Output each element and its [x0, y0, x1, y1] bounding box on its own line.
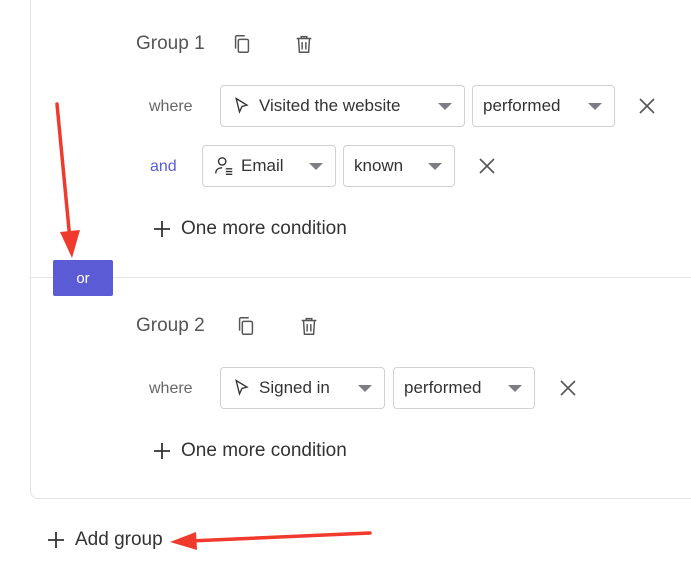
cursor-icon	[231, 95, 253, 117]
event-select-value: Signed in	[259, 378, 330, 397]
condition-connector-where: where	[149, 98, 193, 115]
close-icon	[560, 380, 576, 396]
close-icon	[639, 98, 655, 114]
copy-group-1-button[interactable]	[229, 31, 255, 57]
event-select-value: Visited the website	[259, 96, 401, 115]
remove-condition-button[interactable]	[556, 376, 580, 400]
operator-select[interactable]: known	[343, 145, 455, 187]
caret-down-icon	[428, 162, 442, 170]
operator-select[interactable]: performed	[472, 85, 615, 127]
add-condition-button[interactable]: One more condition	[153, 440, 347, 462]
operator-select-value: performed	[483, 96, 561, 115]
plus-icon	[154, 221, 170, 237]
operator-select[interactable]: performed	[393, 367, 535, 409]
caret-down-icon	[309, 162, 323, 170]
copy-icon	[238, 317, 254, 335]
remove-condition-button[interactable]	[635, 94, 659, 118]
annotation-arrow-add-group	[170, 531, 372, 550]
condition-connector-where: where	[149, 380, 193, 397]
attribute-select[interactable]: Email	[202, 145, 336, 187]
copy-group-2-button[interactable]	[233, 313, 259, 339]
add-condition-label: One more condition	[181, 440, 347, 461]
group-divider	[31, 277, 691, 278]
or-connector-button[interactable]: or	[53, 260, 113, 296]
plus-icon	[48, 532, 64, 548]
event-select[interactable]: Visited the website	[220, 85, 465, 127]
add-group-label: Add group	[75, 529, 163, 550]
trash-icon	[296, 35, 312, 53]
event-select[interactable]: Signed in	[220, 367, 385, 409]
remove-condition-button[interactable]	[475, 154, 499, 178]
cursor-icon	[231, 377, 253, 399]
caret-down-icon	[358, 384, 372, 392]
add-condition-label: One more condition	[181, 218, 347, 239]
plus-icon	[154, 443, 170, 459]
user-attribute-icon	[213, 155, 235, 177]
delete-group-1-button[interactable]	[291, 31, 317, 57]
add-condition-button[interactable]: One more condition	[153, 218, 347, 240]
operator-select-value: performed	[404, 378, 482, 397]
copy-icon	[234, 35, 250, 53]
add-group-button[interactable]: Add group	[47, 529, 163, 551]
group-1-title: Group 1	[136, 33, 205, 54]
close-icon	[479, 158, 495, 174]
segment-conditions-panel	[30, 0, 691, 499]
condition-connector-and[interactable]: and	[150, 158, 177, 176]
operator-select-value: known	[354, 156, 404, 175]
caret-down-icon	[438, 102, 452, 110]
attribute-select-value: Email	[241, 156, 284, 175]
trash-icon	[301, 317, 317, 335]
delete-group-2-button[interactable]	[296, 313, 322, 339]
group-2-title: Group 2	[136, 315, 205, 336]
caret-down-icon	[588, 102, 602, 110]
caret-down-icon	[508, 384, 522, 392]
